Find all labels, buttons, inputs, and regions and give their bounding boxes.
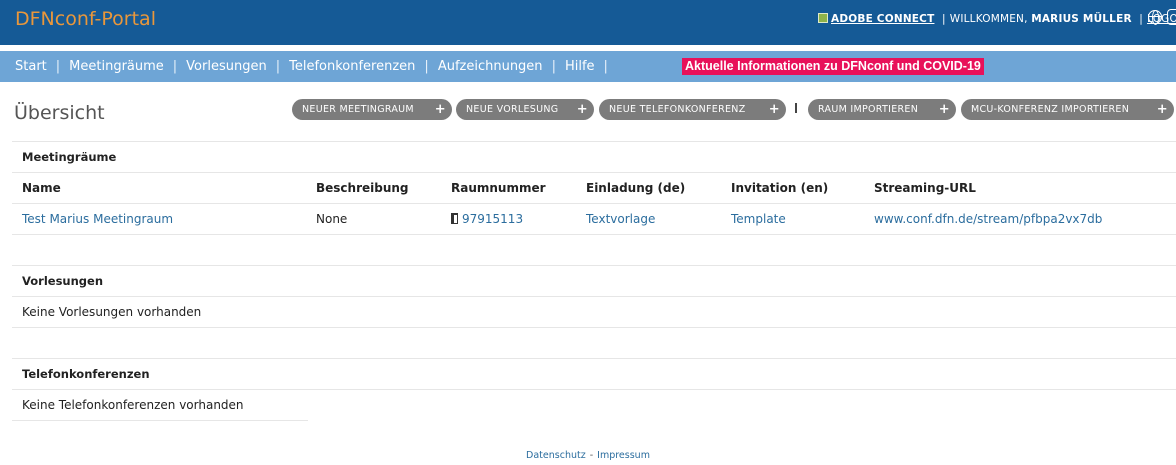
new-lecture-button[interactable]: NEUE VORLESUNG + <box>456 99 594 120</box>
nav-item-vorlesungen[interactable]: Vorlesungen <box>186 59 267 74</box>
phoneconfs-section-title: Telefonkonferenzen <box>22 367 150 381</box>
section-divider <box>12 358 1176 359</box>
section-divider <box>12 327 1176 328</box>
plus-icon: + <box>768 102 780 117</box>
main-navigation: Start | Meetingräume | Vorlesungen | Telefonko… <box>0 51 1176 82</box>
section-divider <box>12 141 1176 142</box>
imprint-link[interactable]: Impressum <box>597 450 650 461</box>
room-number-text: 97915113 <box>462 212 524 226</box>
globe-icon[interactable] <box>1148 10 1162 25</box>
plus-icon: + <box>938 102 950 117</box>
column-header-room-number: Raumnummer <box>451 181 546 195</box>
user-name: MARIUS MÜLLER <box>1031 13 1132 25</box>
section-divider <box>12 265 1176 266</box>
column-header-invitation-de: Einladung (de) <box>586 181 686 195</box>
lectures-empty-message: Keine Vorlesungen vorhanden <box>22 305 202 319</box>
invitation-en-link[interactable]: Template <box>731 212 786 226</box>
toolbar-separator <box>795 103 797 113</box>
language-menu-icon[interactable] <box>1167 9 1176 25</box>
user-bar-separator: | <box>942 13 946 25</box>
import-room-button[interactable]: RAUM IMPORTIEREN + <box>808 99 956 120</box>
nav-item-telefonkonferenzen[interactable]: Telefonkonferenzen <box>289 59 415 74</box>
user-bar: ADOBE CONNECT | WILLKOMMEN, MARIUS MÜLLER… <box>818 13 1176 25</box>
nav-separator: | <box>172 59 178 74</box>
nav-separator: | <box>551 59 556 74</box>
meetingroom-description: None <box>316 212 348 226</box>
user-bar-separator: | <box>1139 13 1144 25</box>
plus-icon: + <box>1156 102 1168 117</box>
covid-info-banner-link[interactable]: Aktuelle Informationen zu DFNconf und CO… <box>682 58 984 75</box>
streaming-url-link[interactable]: www.conf.dfn.de/stream/pfbpa2vx7db <box>874 212 1102 226</box>
meetingroom-number-link[interactable]: 97915113 <box>451 212 523 226</box>
footer-separator: - <box>589 450 594 461</box>
column-header-description: Beschreibung <box>316 181 409 195</box>
privacy-link[interactable]: Datenschutz <box>526 450 586 461</box>
footer: Datenschutz - Impressum <box>0 450 1176 461</box>
invitation-de-link[interactable]: Textvorlage <box>586 212 655 226</box>
door-icon <box>451 213 458 224</box>
column-header-invitation-en: Invitation (en) <box>731 181 829 195</box>
top-header: DFNconf-Portal ADOBE CONNECT | WILLKOMMEN… <box>0 0 1176 45</box>
nav-separator: | <box>275 59 281 74</box>
action-toolbar: NEUER MEETINGRAUM + NEUE VORLESUNG + NEU… <box>0 99 1176 121</box>
table-row-divider <box>12 234 1176 235</box>
plus-icon: + <box>576 102 588 117</box>
section-divider <box>12 172 1176 173</box>
column-header-streaming-url: Streaming-URL <box>874 181 976 195</box>
nav-item-aufzeichnungen[interactable]: Aufzeichnungen <box>438 59 543 74</box>
table-header-divider <box>12 203 1176 204</box>
plus-icon: + <box>434 102 446 117</box>
phoneconfs-empty-message: Keine Telefonkonferenzen vorhanden <box>22 398 244 412</box>
section-divider <box>12 296 1176 297</box>
new-meetingroom-button[interactable]: NEUER MEETINGRAUM + <box>292 99 452 120</box>
import-mcu-label: MCU-KONFERENZ IMPORTIEREN <box>971 104 1130 115</box>
section-divider <box>12 420 308 421</box>
new-lecture-label: NEUE VORLESUNG <box>466 104 559 115</box>
meetingroom-name-link[interactable]: Test Marius Meetingraum <box>22 212 173 226</box>
nav-item-hilfe[interactable]: Hilfe <box>565 59 595 74</box>
adobe-connect-icon <box>818 13 828 23</box>
section-divider <box>12 389 1176 390</box>
welcome-text: WILLKOMMEN, <box>949 13 1028 25</box>
adobe-connect-link[interactable]: ADOBE CONNECT <box>831 13 934 25</box>
import-mcu-button[interactable]: MCU-KONFERENZ IMPORTIEREN + <box>961 99 1174 120</box>
lectures-section-title: Vorlesungen <box>22 274 104 288</box>
nav-item-start[interactable]: Start <box>15 59 47 74</box>
nav-separator: | <box>603 59 608 74</box>
nav-separator: | <box>424 59 429 74</box>
nav-separator: | <box>55 59 61 74</box>
new-phoneconf-button[interactable]: NEUE TELEFONKONFERENZ + <box>599 99 786 120</box>
import-room-label: RAUM IMPORTIEREN <box>818 104 919 115</box>
nav-item-meetingraeume[interactable]: Meetingräume <box>69 59 164 74</box>
meetingrooms-section-title: Meetingräume <box>22 150 117 164</box>
portal-logo-title[interactable]: DFNconf-Portal <box>15 8 156 30</box>
column-header-name: Name <box>22 181 61 195</box>
new-meetingroom-label: NEUER MEETINGRAUM <box>302 104 414 115</box>
new-phoneconf-label: NEUE TELEFONKONFERENZ <box>609 104 746 115</box>
